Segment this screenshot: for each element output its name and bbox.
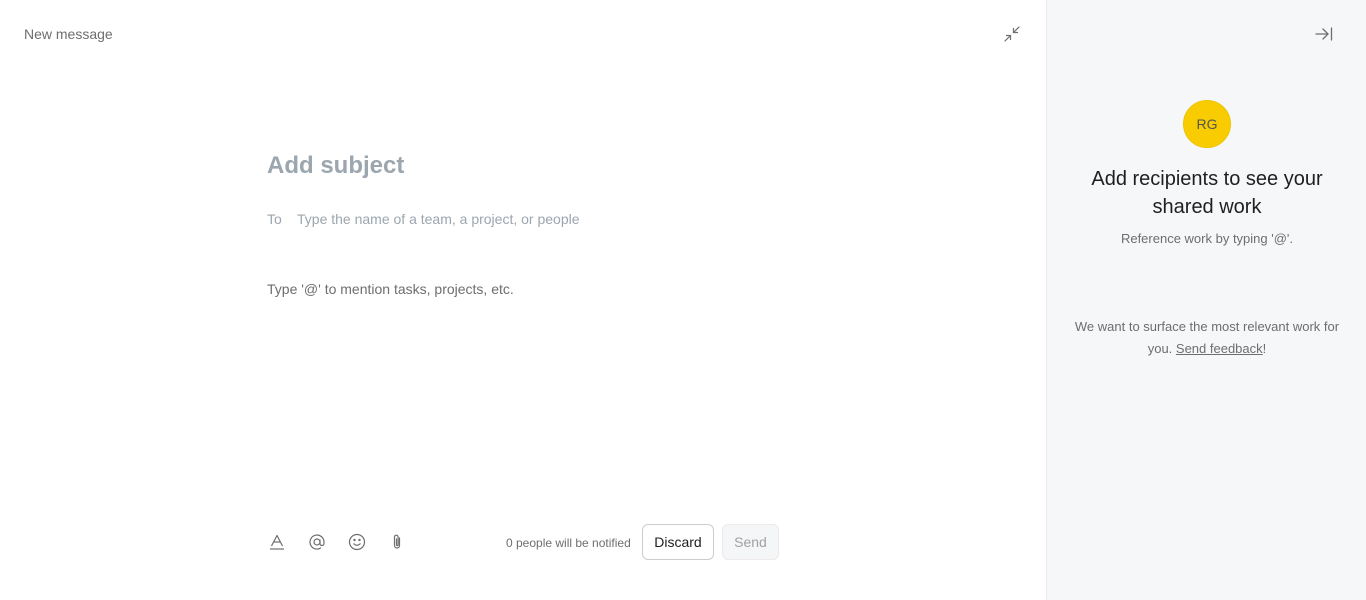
minimize-icon — [1004, 26, 1020, 42]
panel-subheading: Reference work by typing '@'. — [1120, 231, 1294, 246]
to-label: To — [267, 211, 282, 227]
formatting-toolbar — [264, 530, 424, 554]
attachment-icon — [393, 534, 401, 549]
send-button[interactable]: Send — [722, 524, 779, 560]
shared-work-panel: RG Add recipients to see your shared wor… — [1046, 0, 1366, 600]
feedback-note-suffix: ! — [1262, 341, 1267, 356]
avatar: RG — [1183, 100, 1231, 148]
message-composer: New message To — [0, 0, 1046, 600]
text-format-button[interactable] — [264, 530, 290, 554]
attachment-button[interactable] — [384, 530, 410, 554]
mention-icon — [309, 534, 325, 550]
recipients-row: To — [267, 208, 787, 230]
send-feedback-link[interactable]: Send feedback — [1176, 341, 1263, 356]
feedback-note: We want to surface the most relevant wor… — [1067, 316, 1347, 360]
recipients-input[interactable] — [297, 211, 787, 227]
notified-count-text: 0 people will be notified — [506, 536, 631, 550]
text-format-icon — [270, 534, 284, 550]
mention-button[interactable] — [304, 530, 330, 554]
collapse-panel-button[interactable] — [1313, 23, 1335, 45]
minimize-button[interactable] — [1001, 23, 1023, 45]
message-body-input[interactable] — [267, 281, 787, 481]
collapse-right-icon — [1315, 27, 1333, 41]
subject-input[interactable] — [267, 148, 787, 184]
emoji-icon — [348, 533, 366, 551]
window-title: New message — [24, 26, 113, 42]
emoji-button[interactable] — [344, 530, 370, 554]
panel-heading: Add recipients to see your shared work — [1091, 168, 1323, 218]
discard-button[interactable]: Discard — [642, 524, 714, 560]
new-message-window: New message To — [0, 0, 1366, 600]
